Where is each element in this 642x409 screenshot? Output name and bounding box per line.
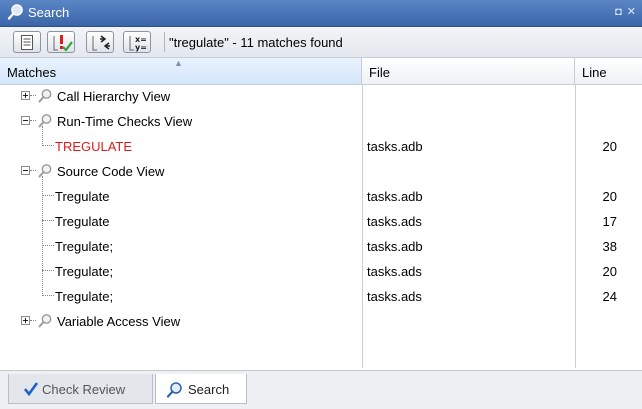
file-cell: tasks.adb xyxy=(367,189,423,204)
match-label: Source Code View xyxy=(57,164,165,179)
restore-icon[interactable]: ◘ xyxy=(615,6,622,18)
match-label: Tregulate xyxy=(55,189,110,204)
tree-connector xyxy=(42,126,44,146)
match-label: Tregulate; xyxy=(55,289,114,304)
tree-connector xyxy=(30,170,36,172)
checkmark-icon xyxy=(24,382,38,396)
toolbar-separator xyxy=(164,32,165,52)
column-header-line[interactable]: Line xyxy=(575,58,642,84)
check-filter-button[interactable] xyxy=(47,31,75,53)
svg-text:y=: y= xyxy=(135,43,147,52)
tree-group-row[interactable]: Run-Time Checks View xyxy=(0,109,642,134)
search-result-icon xyxy=(38,89,52,103)
match-label: Call Hierarchy View xyxy=(57,89,171,104)
table-row[interactable]: TREGULATE tasks.adb 20 xyxy=(0,134,642,159)
bottom-tab-bar: Check Review Search xyxy=(0,370,642,409)
match-label: TREGULATE xyxy=(55,139,133,154)
show-all-button[interactable] xyxy=(13,31,41,53)
line-cell: 20 xyxy=(602,139,617,154)
expand-icon[interactable] xyxy=(21,91,30,100)
toolbar: x= y= "tregulate" - 11 matches found xyxy=(0,27,642,58)
collapse-icon[interactable] xyxy=(21,166,30,175)
table-row[interactable]: Tregulate; tasks.ads 24 xyxy=(0,284,642,309)
tree-connector xyxy=(30,95,36,97)
search-result-icon xyxy=(38,314,52,328)
match-label: Tregulate; xyxy=(55,239,114,254)
tree-connector xyxy=(30,120,36,122)
close-icon[interactable]: ✕ xyxy=(627,6,636,18)
column-header-file[interactable]: File xyxy=(362,58,575,84)
table-row[interactable]: Tregulate; tasks.ads 20 xyxy=(0,259,642,284)
line-cell: 20 xyxy=(602,264,617,279)
file-cell: tasks.adb xyxy=(367,139,423,154)
tree-connector xyxy=(30,320,36,322)
table-header: Matches ▲ File Line xyxy=(0,58,642,85)
tab-check-review[interactable]: Check Review xyxy=(8,374,153,404)
match-count-status: "tregulate" - 11 matches found xyxy=(169,35,343,50)
line-cell: 20 xyxy=(602,189,617,204)
search-icon xyxy=(166,382,182,398)
expand-icon[interactable] xyxy=(21,316,30,325)
code-filter-button[interactable] xyxy=(86,31,114,53)
file-cell: tasks.ads xyxy=(367,289,422,304)
search-result-icon xyxy=(38,114,52,128)
match-label: Tregulate xyxy=(55,214,110,229)
tree-group-row[interactable]: Variable Access View xyxy=(0,309,642,334)
sort-ascending-icon: ▲ xyxy=(174,58,183,68)
line-cell: 24 xyxy=(602,289,617,304)
match-label: Run-Time Checks View xyxy=(57,114,193,129)
column-header-matches[interactable]: Matches ▲ xyxy=(0,58,362,84)
window-title: Search xyxy=(28,5,70,20)
tab-search[interactable]: Search xyxy=(155,374,247,404)
file-cell: tasks.ads xyxy=(367,214,422,229)
table-row[interactable]: Tregulate; tasks.adb 38 xyxy=(0,234,642,259)
line-cell: 17 xyxy=(602,214,617,229)
tree-group-row[interactable]: Call Hierarchy View xyxy=(0,84,642,109)
check-exclaim-icon xyxy=(53,35,73,52)
collapse-icon[interactable] xyxy=(21,116,30,125)
variable-filter-button[interactable]: x= y= xyxy=(123,31,151,53)
match-label: Tregulate; xyxy=(55,264,114,279)
file-cell: tasks.adb xyxy=(367,239,423,254)
search-icon xyxy=(7,4,23,20)
line-cell: 38 xyxy=(602,239,617,254)
table-row[interactable]: Tregulate tasks.ads 17 xyxy=(0,209,642,234)
tree-group-row[interactable]: Source Code View xyxy=(0,159,642,184)
search-panel: Search ◘ ✕ x= y= "tregulate" - 11 matche… xyxy=(0,0,642,409)
title-bar[interactable]: Search ◘ ✕ xyxy=(0,0,642,27)
file-cell: tasks.ads xyxy=(367,264,422,279)
match-label: Variable Access View xyxy=(57,314,181,329)
tree-connector xyxy=(42,176,44,296)
list-document-icon xyxy=(21,35,33,50)
table-row[interactable]: Tregulate tasks.adb 20 xyxy=(0,184,642,209)
xy-icon: x= y= xyxy=(129,35,147,52)
code-arrows-icon xyxy=(92,35,110,51)
search-result-icon xyxy=(38,164,52,178)
